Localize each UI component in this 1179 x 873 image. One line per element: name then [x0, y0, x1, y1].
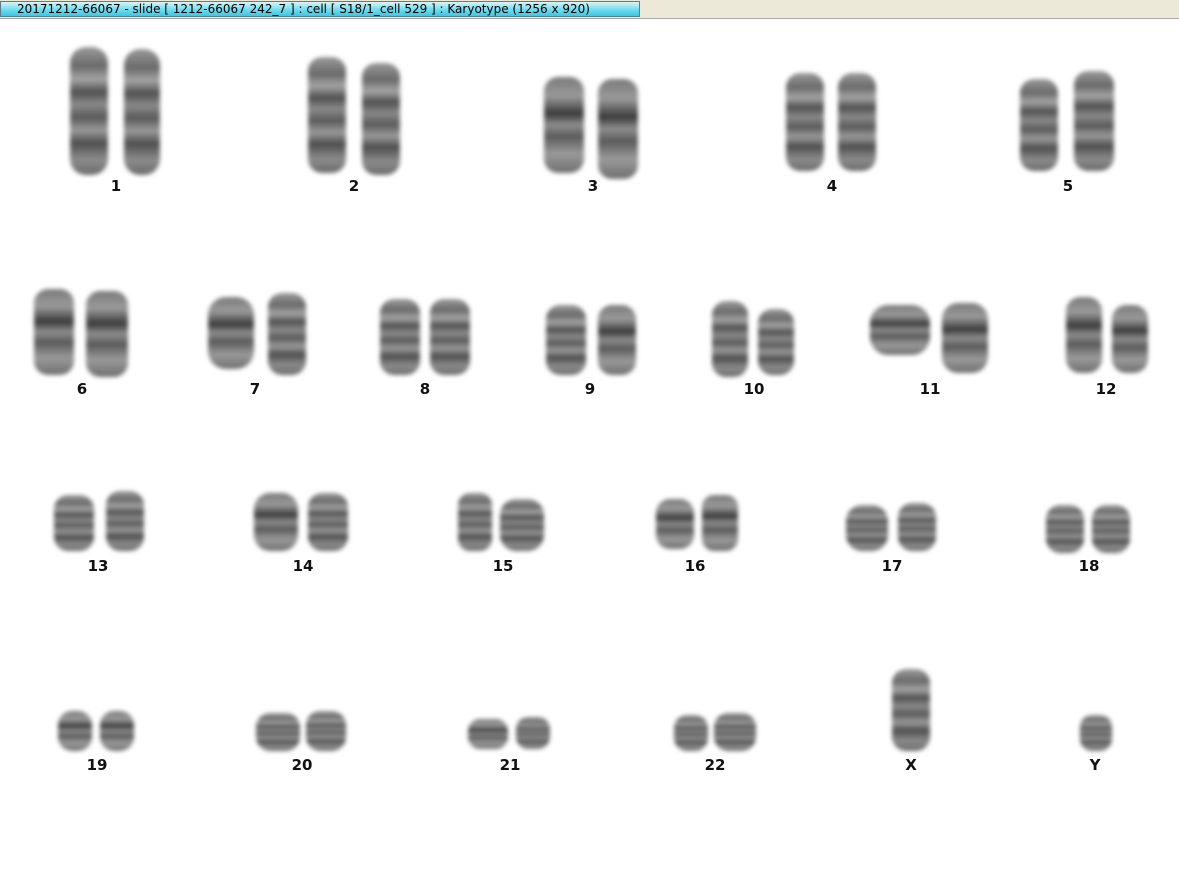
chromosome-pair-8[interactable] — [378, 297, 478, 379]
karyotype-canvas: 1 2 3 4 5 6 7 8 9 10 11 12 13 14 15 16 1… — [0, 19, 1179, 873]
chromosome-label-12: 12 — [1095, 380, 1117, 398]
chromosome-pair-19[interactable] — [56, 709, 140, 755]
chromosome-label-19: 19 — [86, 756, 108, 774]
chromosome-pair-11[interactable] — [866, 301, 996, 377]
chromosome-label-14: 14 — [292, 557, 314, 575]
chromosome-pair-16[interactable] — [652, 493, 744, 555]
chromosome-pair-6[interactable] — [30, 287, 134, 379]
chromosome-label-22: 22 — [704, 756, 726, 774]
chromosome-pair-4[interactable] — [782, 71, 882, 176]
chromosome-label-11: 11 — [919, 380, 941, 398]
chromosome-label-x: X — [905, 756, 917, 774]
chromosome-label-16: 16 — [684, 557, 706, 575]
chromosome-pair-21[interactable] — [466, 715, 556, 755]
chromosome-label-20: 20 — [291, 756, 313, 774]
chromosome-label-2: 2 — [348, 177, 360, 195]
chromosome-pair-14[interactable] — [250, 489, 354, 555]
chromosome-label-7: 7 — [249, 380, 261, 398]
chromosome-pair-15[interactable] — [456, 491, 552, 555]
chromosome-label-8: 8 — [419, 380, 431, 398]
chromosome-label-6: 6 — [76, 380, 88, 398]
chromosome-label-13: 13 — [87, 557, 109, 575]
chromosome-pair-22[interactable] — [672, 711, 762, 755]
chromosome-pair-9[interactable] — [542, 303, 642, 379]
chromosome-pair-5[interactable] — [1016, 69, 1120, 177]
chromosome-label-17: 17 — [881, 557, 903, 575]
chromosome-x[interactable] — [888, 665, 934, 755]
chromosome-label-10: 10 — [743, 380, 765, 398]
chromosome-pair-17[interactable] — [844, 501, 942, 555]
window-title: 20171212-66067 - slide [ 1212-66067 242_… — [17, 2, 590, 16]
chromosome-label-3: 3 — [587, 177, 599, 195]
chromosome-y[interactable] — [1076, 711, 1116, 755]
chromosome-pair-20[interactable] — [254, 709, 352, 755]
chromosome-label-18: 18 — [1078, 557, 1100, 575]
chromosome-pair-18[interactable] — [1044, 503, 1136, 557]
title-bar: 20171212-66067 - slide [ 1212-66067 242_… — [0, 0, 1179, 19]
chromosome-pair-2[interactable] — [304, 55, 408, 180]
chromosome-pair-7[interactable] — [204, 291, 310, 379]
chromosome-pair-12[interactable] — [1062, 295, 1154, 377]
chromosome-pair-13[interactable] — [50, 489, 150, 555]
chromosome-label-4: 4 — [826, 177, 838, 195]
chromosome-label-1: 1 — [110, 177, 122, 195]
chromosome-label-y: Y — [1089, 756, 1101, 774]
chromosome-label-9: 9 — [584, 380, 596, 398]
chromosome-label-5: 5 — [1062, 177, 1074, 195]
chromosome-pair-10[interactable] — [708, 299, 800, 379]
chromosome-pair-1[interactable] — [66, 43, 166, 178]
chromosome-pair-3[interactable] — [540, 75, 646, 185]
chromosome-label-21: 21 — [499, 756, 521, 774]
window-title-tab[interactable]: 20171212-66067 - slide [ 1212-66067 242_… — [0, 1, 640, 17]
chromosome-label-15: 15 — [492, 557, 514, 575]
